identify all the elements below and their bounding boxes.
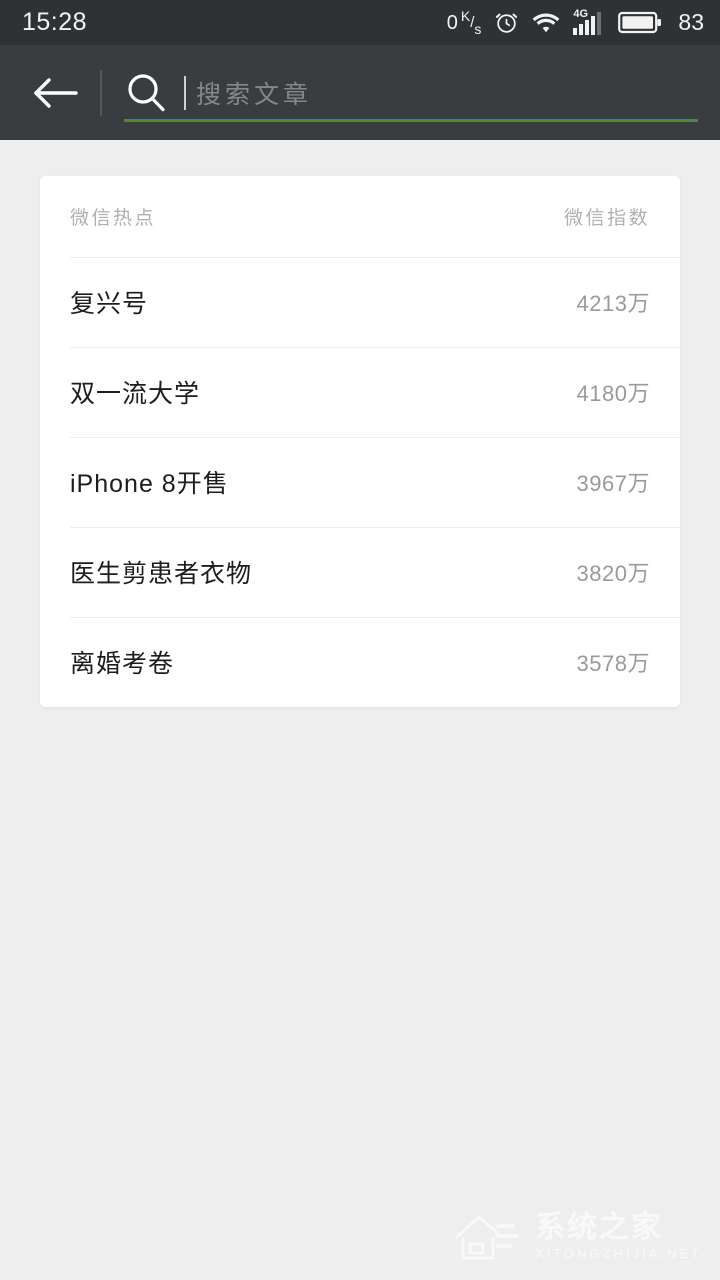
text-caret bbox=[184, 75, 186, 110]
search-placeholder: 搜索文章 bbox=[196, 80, 313, 109]
signal-bar-3 bbox=[585, 19, 590, 35]
signal-bar-1 bbox=[573, 27, 578, 35]
network-speed-unit: K/s bbox=[460, 7, 482, 37]
hotspot-list: 复兴号 4213万 双一流大学 4180万 iPhone 8开售 3967万 医… bbox=[40, 257, 680, 707]
list-item-title: iPhone 8开售 bbox=[70, 470, 229, 498]
back-button[interactable] bbox=[26, 64, 84, 122]
signal-bars-icon: 4G bbox=[573, 8, 605, 36]
column-header-index: 微信指数 bbox=[563, 208, 650, 229]
back-arrow-icon bbox=[32, 76, 78, 110]
list-item-title: 双一流大学 bbox=[70, 380, 201, 408]
search-underline bbox=[124, 119, 698, 122]
network-speed-value: 0 bbox=[446, 11, 458, 34]
list-item-title: 医生剪患者衣物 bbox=[70, 560, 253, 588]
watermark-domain: XITONGZHIJIA.NET bbox=[535, 1245, 702, 1261]
signal-bar-inactive bbox=[597, 11, 602, 35]
watermark-brand: 系统之家 bbox=[535, 1210, 664, 1244]
signal-bar-4 bbox=[591, 15, 596, 35]
list-item-value: 4213万 bbox=[576, 291, 650, 316]
network-speed-unit-numerator: K bbox=[460, 7, 471, 24]
search-header: 搜索文章 bbox=[0, 45, 720, 140]
status-icons-group: 0 K/s 4G 83 bbox=[446, 7, 704, 37]
list-item[interactable]: 复兴号 4213万 bbox=[40, 257, 680, 347]
list-item-value: 3967万 bbox=[576, 471, 650, 496]
list-item-value: 3578万 bbox=[576, 651, 650, 676]
column-header-hotspot: 微信热点 bbox=[70, 208, 157, 229]
status-bar: 15:28 0 K/s 4G 83 bbox=[0, 0, 720, 45]
list-item[interactable]: 离婚考卷 3578万 bbox=[40, 617, 680, 707]
content-area: 微信热点 微信指数 复兴号 4213万 双一流大学 4180万 iPhone 8… bbox=[0, 140, 720, 1280]
list-item-value: 4180万 bbox=[576, 381, 650, 406]
watermark: 系统之家 XITONGZHIJIA.NET bbox=[453, 1210, 702, 1262]
list-item[interactable]: iPhone 8开售 3967万 bbox=[40, 437, 680, 527]
battery-percent-label: 83 bbox=[678, 9, 704, 35]
list-item-title: 复兴号 bbox=[70, 290, 149, 318]
list-item[interactable]: 双一流大学 4180万 bbox=[40, 347, 680, 437]
alarm-clock-icon bbox=[494, 10, 519, 35]
list-item-value: 3820万 bbox=[576, 561, 650, 586]
house-logo-icon bbox=[453, 1210, 525, 1262]
list-item-title: 离婚考卷 bbox=[70, 650, 175, 678]
list-item[interactable]: 医生剪患者衣物 3820万 bbox=[40, 527, 680, 617]
search-icon bbox=[124, 71, 168, 115]
wechat-hotspot-card: 微信热点 微信指数 复兴号 4213万 双一流大学 4180万 iPhone 8… bbox=[40, 176, 680, 707]
search-input[interactable]: 搜索文章 bbox=[124, 45, 720, 140]
status-time: 15:28 bbox=[22, 8, 88, 36]
battery-icon bbox=[618, 10, 663, 35]
network-speed-unit-denominator: s bbox=[474, 20, 482, 37]
card-header: 微信热点 微信指数 bbox=[40, 176, 680, 257]
watermark-text: 系统之家 XITONGZHIJIA.NET bbox=[535, 1210, 702, 1261]
header-divider bbox=[100, 69, 102, 116]
wifi-icon bbox=[532, 11, 560, 35]
network-speed-indicator: 0 K/s bbox=[446, 7, 482, 37]
signal-bars-graphic bbox=[573, 11, 602, 35]
signal-bar-2 bbox=[579, 23, 584, 35]
